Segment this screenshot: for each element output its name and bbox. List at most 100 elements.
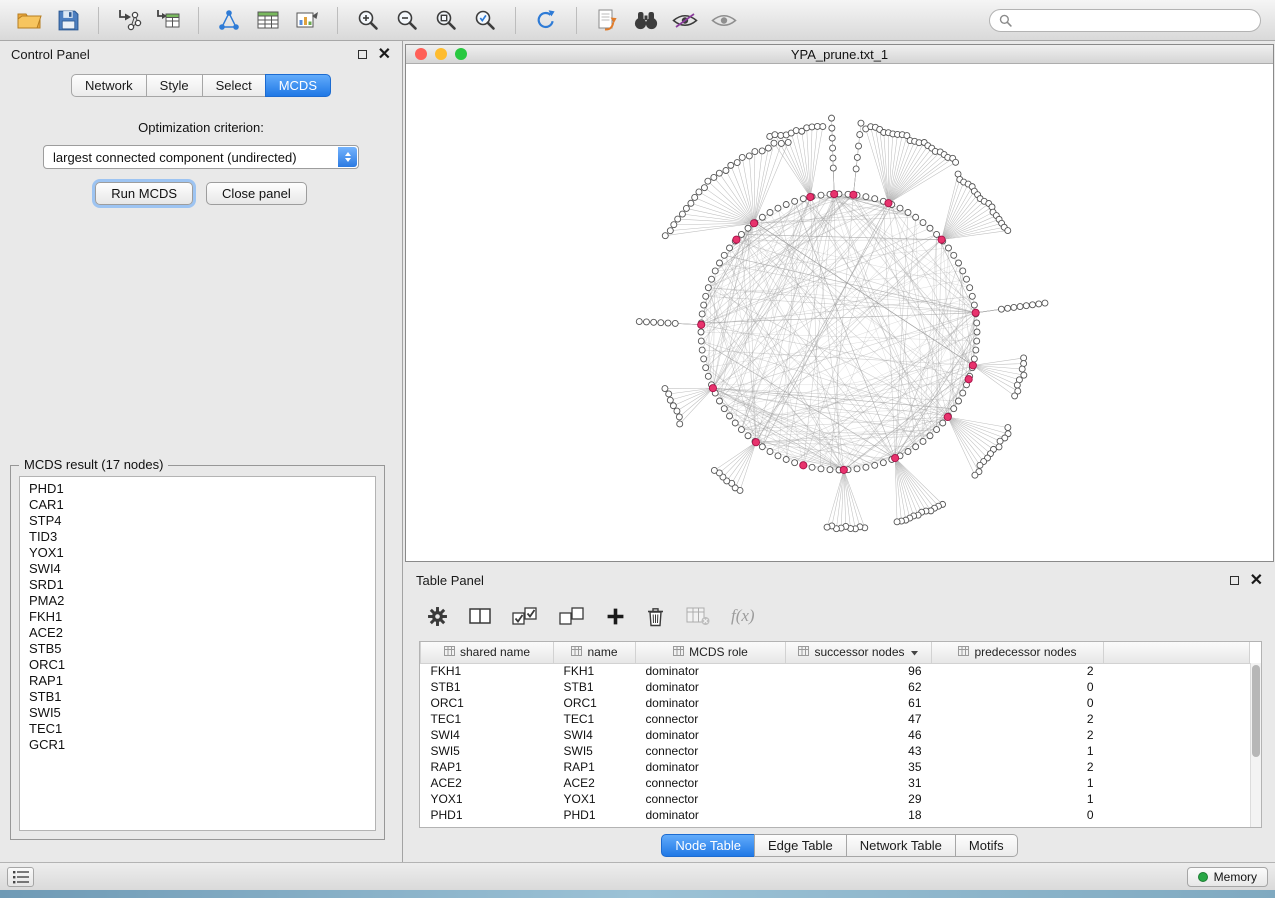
sort-chevron-icon [910,645,919,659]
mcds-result-node[interactable]: RAP1 [29,673,366,689]
delete-column-button[interactable] [646,606,665,627]
close-window-button[interactable] [415,48,427,60]
column-header-MCDS-role[interactable]: MCDS role [636,642,786,663]
mcds-result-node[interactable]: PHD1 [29,481,366,497]
mcds-result-node[interactable]: STP4 [29,513,366,529]
table-cell: 1 [932,743,1104,759]
mcds-result-node[interactable]: GCR1 [29,737,366,753]
table-scrollbar[interactable] [1250,663,1261,827]
desktop-wallpaper-strip [0,890,1275,898]
table-cell: ACE2 [554,775,636,791]
tab-style[interactable]: Style [146,74,203,97]
show-columns-button[interactable] [469,607,491,625]
select-all-button[interactable] [512,606,538,626]
new-table-button[interactable] [253,5,283,35]
import-network-button[interactable] [114,5,144,35]
find-network-button[interactable] [631,5,661,35]
mcds-result-node[interactable]: TEC1 [29,721,366,737]
table-row[interactable]: STB1STB1dominator620 [421,679,1250,695]
table-row[interactable]: YOX1YOX1connector291 [421,791,1250,807]
table-row[interactable]: TEC1TEC1connector472 [421,711,1250,727]
mcds-result-node[interactable]: SRD1 [29,577,366,593]
mcds-result-node[interactable]: STB5 [29,641,366,657]
column-label: predecessor nodes [974,645,1076,659]
deselect-all-icon [559,606,585,626]
tab-mcds[interactable]: MCDS [265,74,331,97]
minimize-window-button[interactable] [435,48,447,60]
zoom-out-button[interactable] [392,5,422,35]
table-cell-filler [1104,791,1250,807]
table-settings-button[interactable] [427,606,448,627]
copy-style-button[interactable] [592,5,622,35]
show-graphics-details-button[interactable] [709,5,739,35]
zoom-in-button[interactable] [353,5,383,35]
open-session-button[interactable] [14,5,44,35]
table-row[interactable]: SWI5SWI5connector431 [421,743,1250,759]
close-mcds-panel-button[interactable]: Close panel [206,182,307,205]
new-network-button[interactable] [214,5,244,35]
zoom-selected-button[interactable] [470,5,500,35]
table-row[interactable]: ACE2ACE2connector311 [421,775,1250,791]
mcds-result-node[interactable]: SWI4 [29,561,366,577]
table-row[interactable]: ORC1ORC1dominator610 [421,695,1250,711]
save-session-button[interactable] [53,5,83,35]
close-table-panel-icon[interactable]: ✕ [1250,573,1263,589]
mcds-result-node[interactable]: PMA2 [29,593,366,609]
export-image-button[interactable] [292,5,322,35]
mcds-result-node[interactable]: CAR1 [29,497,366,513]
network-canvas[interactable] [406,64,1273,561]
table-row[interactable]: PHD1PHD1dominator180 [421,807,1250,823]
mcds-result-node[interactable]: SWI5 [29,705,366,721]
column-header-name[interactable]: name [554,642,636,663]
tab-motifs[interactable]: Motifs [955,834,1018,857]
maximize-window-button[interactable] [455,48,467,60]
table-cell: 43 [786,743,932,759]
table-cell: STB1 [554,679,636,695]
criterion-dropdown[interactable]: largest connected component (undirected) [43,145,359,169]
table-cell-filler [1104,679,1250,695]
table-cell: FKH1 [554,663,636,679]
add-column-button[interactable] [606,607,625,626]
task-history-button[interactable] [7,867,34,887]
hide-style-button[interactable] [670,5,700,35]
mcds-result-node[interactable]: ACE2 [29,625,366,641]
column-type-icon [958,645,969,659]
mcds-result-node[interactable]: TID3 [29,529,366,545]
column-header-shared-name[interactable]: shared name [421,642,554,663]
import-table-button[interactable] [153,5,183,35]
table-cell: 46 [786,727,932,743]
table-row[interactable]: SWI4SWI4dominator462 [421,727,1250,743]
tab-select[interactable]: Select [202,74,266,97]
table-row[interactable]: FKH1FKH1dominator962 [421,663,1250,679]
table-panel-title: Table Panel [416,573,484,588]
search-box[interactable] [989,9,1261,32]
mcds-result-node[interactable]: STB1 [29,689,366,705]
node-table-grid: shared namenameMCDS rolesuccessor nodes p… [420,642,1250,823]
mcds-result-node[interactable]: FKH1 [29,609,366,625]
optimization-criterion-label: Optimization criterion: [0,120,402,135]
run-mcds-button[interactable]: Run MCDS [95,182,193,205]
mcds-result-node[interactable]: YOX1 [29,545,366,561]
deselect-all-button[interactable] [559,606,585,626]
memory-button[interactable]: Memory [1187,867,1268,887]
status-bar: Memory [0,862,1275,890]
column-header-successor-nodes[interactable]: successor nodes [786,642,932,663]
tab-node-table[interactable]: Node Table [661,834,755,857]
float-panel-icon[interactable] [358,50,367,59]
float-table-panel-icon[interactable] [1230,576,1239,585]
mcds-result-node[interactable]: ORC1 [29,657,366,673]
select-all-icon [512,606,538,626]
column-type-icon [673,645,684,659]
search-input[interactable] [1018,13,1251,27]
refresh-view-button[interactable] [531,5,561,35]
network-window-titlebar[interactable]: YPA_prune.txt_1 [406,45,1273,64]
tab-network-table[interactable]: Network Table [846,834,956,857]
trash-icon [646,606,665,627]
column-header-predecessor-nodes[interactable]: predecessor nodes [932,642,1104,663]
tab-edge-table[interactable]: Edge Table [754,834,847,857]
zoom-fit-button[interactable] [431,5,461,35]
table-scrollbar-thumb[interactable] [1252,665,1260,757]
table-row[interactable]: RAP1RAP1dominator352 [421,759,1250,775]
tab-network[interactable]: Network [71,74,147,97]
close-panel-icon[interactable]: ✕ [378,47,391,63]
